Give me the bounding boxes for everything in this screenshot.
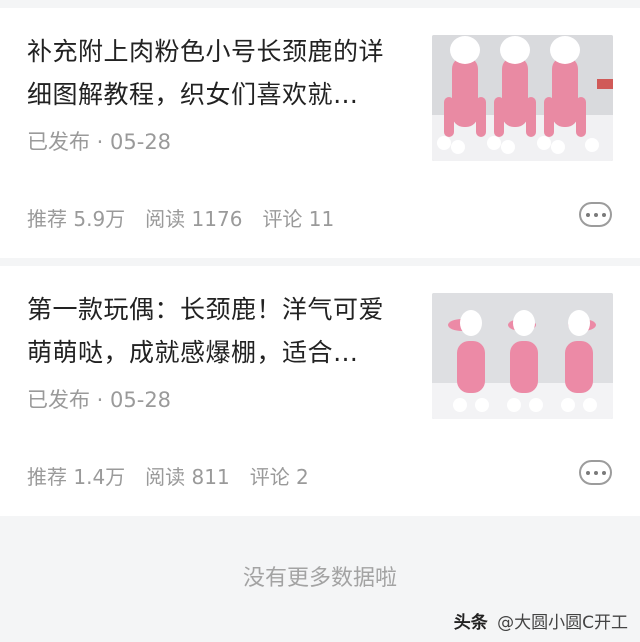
pink-giraffe-photo-icon [432,35,613,161]
comment-count[interactable]: 评论 11 [262,203,334,232]
article-stats: 推荐 1.4万 阅读 811 评论 2 [27,461,309,490]
watermark-text: @大圆小圆C开工 [497,613,628,633]
dot-icon [593,470,598,475]
dot-icon [601,470,606,475]
dot-icon [593,212,598,217]
article-thumbnail[interactable] [432,35,613,161]
watermark: 头条 @大圆小圆C开工 [454,608,628,633]
comment-count[interactable]: 评论 2 [250,461,309,490]
watermark-brand: 头条 [453,613,488,633]
read-count: 阅读 1176 [145,207,243,231]
recommend-count: 推荐 5.9万 [27,207,126,231]
article-thumbnail[interactable] [432,293,613,419]
dot-icon [601,212,606,217]
more-options-button[interactable] [579,202,612,227]
dot-icon [585,470,590,475]
dot-icon [585,212,590,217]
recommend-count: 推荐 1.4万 [27,465,126,489]
publish-meta: 已发布 · 05-28 [27,130,172,154]
more-options-button[interactable] [579,460,612,485]
article-card-2[interactable]: 第一款玩偶：长颈鹿！洋气可爱萌萌哒，成就感爆棚，适合… 已发布 · 05-28 [0,266,640,516]
article-card-1[interactable]: 补充附上肉粉色小号长颈鹿的详细图解教程，织女们喜欢就… 已发布 · 05-28 [0,8,640,258]
publish-meta: 已发布 · 05-28 [27,388,172,412]
pink-giraffe-photo-icon [432,293,613,419]
no-more-data-text: 没有更多数据啦 [242,566,397,591]
read-count: 阅读 811 [145,465,230,489]
article-title[interactable]: 补充附上肉粉色小号长颈鹿的详细图解教程，织女们喜欢就… [27,30,402,116]
article-stats: 推荐 5.9万 阅读 1176 评论 11 [27,203,334,232]
article-title[interactable]: 第一款玩偶：长颈鹿！洋气可爱萌萌哒，成就感爆棚，适合… [27,288,402,374]
